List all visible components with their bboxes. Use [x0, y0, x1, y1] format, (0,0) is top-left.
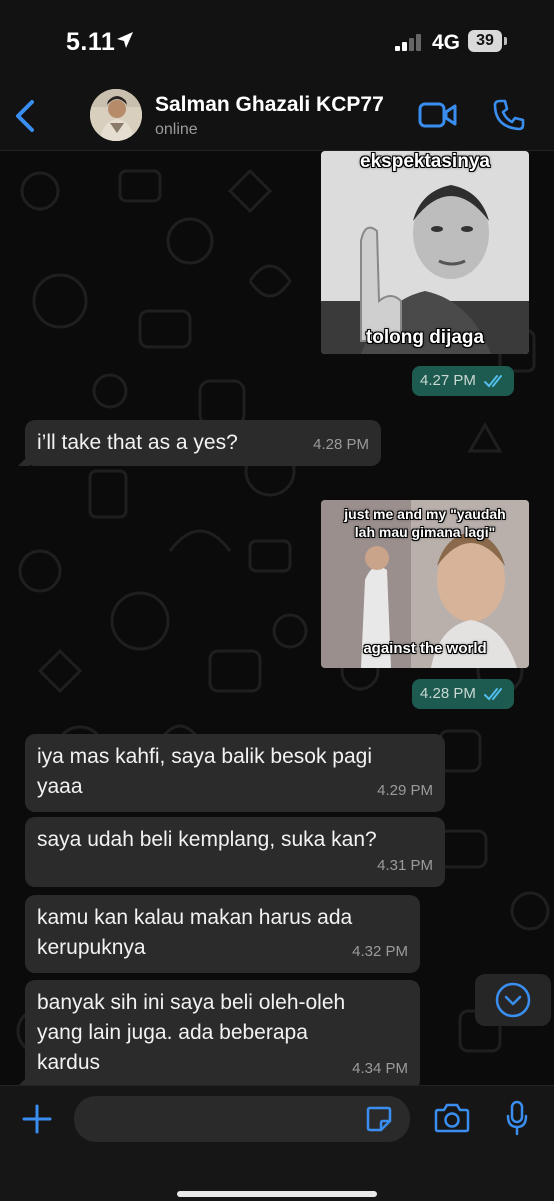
bubble-tail	[18, 1074, 30, 1085]
incoming-message[interactable]: kamu kan kalau makan harus ada kerupukny…	[25, 895, 420, 973]
camera-icon[interactable]	[434, 1103, 470, 1133]
back-icon[interactable]	[10, 94, 40, 138]
video-call-icon[interactable]	[418, 100, 458, 130]
location-arrow-icon	[117, 32, 133, 48]
meme-image	[321, 151, 529, 354]
message-time: 4.34 PM	[352, 1060, 408, 1077]
incoming-message[interactable]: banyak sih ini saya beli oleh-oleh yang …	[18, 980, 420, 1085]
message-text-line1: kamu kan kalau makan harus ada	[37, 906, 353, 929]
meme-caption-bottom: tolong dijaga	[365, 327, 485, 348]
mic-icon[interactable]	[505, 1100, 529, 1136]
avatar-photo	[90, 89, 142, 141]
home-indicator	[177, 1191, 377, 1197]
message-text: saya udah beli kemplang, suka kan?	[37, 828, 377, 851]
chevron-down-icon	[495, 982, 531, 1018]
signal-icon	[395, 34, 421, 51]
status-bar: 5.11 4G 39	[0, 0, 554, 84]
meme-caption-top: ekspektasinya	[360, 151, 490, 172]
meme-caption-top-line1: just me and my "yaudah	[344, 506, 506, 522]
message-time: 4.32 PM	[352, 943, 408, 960]
meme-caption-top-line2: lah mau gimana lagi"	[354, 524, 496, 540]
meme-caption-bottom: against the world	[363, 640, 487, 657]
message-time: 4.28 PM	[420, 685, 476, 702]
plus-icon[interactable]	[22, 1104, 52, 1134]
scroll-to-bottom-button[interactable]	[475, 974, 551, 1026]
message-input[interactable]	[74, 1096, 410, 1142]
message-text-line3: kardus	[37, 1051, 101, 1074]
read-ticks-icon	[484, 375, 503, 388]
incoming-message[interactable]: saya udah beli kemplang, suka kan? 4.31 …	[25, 817, 445, 887]
avatar[interactable]	[90, 89, 142, 141]
composer-bar	[0, 1085, 554, 1201]
message-text-line2: yang lain juga. ada beberapa	[37, 1021, 308, 1044]
message-text-line2: kerupuknya	[37, 936, 146, 959]
message-text-line1: iya mas kahfi, saya balik besok pagi	[37, 745, 373, 768]
message-time: 4.27 PM	[420, 372, 476, 389]
battery-tip	[504, 37, 507, 45]
message-time-pill: 4.27 PM	[412, 366, 515, 396]
chat-area[interactable]: ekspektasinya tolong dijaga 4.27 PM i’ll…	[0, 151, 554, 1085]
contact-name[interactable]: Salman Ghazali KCP77	[155, 93, 384, 117]
message-text-line1: banyak sih ini saya beli oleh-oleh	[37, 991, 346, 1014]
message-time-pill: 4.28 PM	[412, 679, 515, 709]
incoming-message[interactable]: iya mas kahfi, saya balik besok pagi yaa…	[25, 734, 445, 812]
status-time: 5.11	[66, 28, 116, 56]
phone-icon[interactable]	[492, 98, 526, 132]
message-text: i’ll take that as a yes?	[37, 431, 238, 454]
contact-status: online	[155, 121, 198, 138]
bubble-tail	[18, 454, 30, 466]
message-time: 4.31 PM	[377, 857, 433, 874]
battery-level: 39	[468, 30, 502, 52]
image-message[interactable]: ekspektasinya tolong dijaga	[321, 151, 529, 354]
chat-header: Salman Ghazali KCP77 online	[0, 84, 554, 151]
message-text-line2: yaaa	[37, 775, 83, 798]
incoming-message[interactable]: i’ll take that as a yes? 4.28 PM	[18, 420, 381, 466]
read-ticks-icon	[484, 688, 503, 701]
network-type: 4G	[432, 31, 461, 54]
message-time: 4.29 PM	[377, 782, 433, 799]
message-time: 4.28 PM	[313, 436, 369, 453]
sticker-icon[interactable]	[366, 1106, 392, 1132]
image-message[interactable]: just me and my "yaudah lah mau gimana la…	[321, 500, 529, 668]
